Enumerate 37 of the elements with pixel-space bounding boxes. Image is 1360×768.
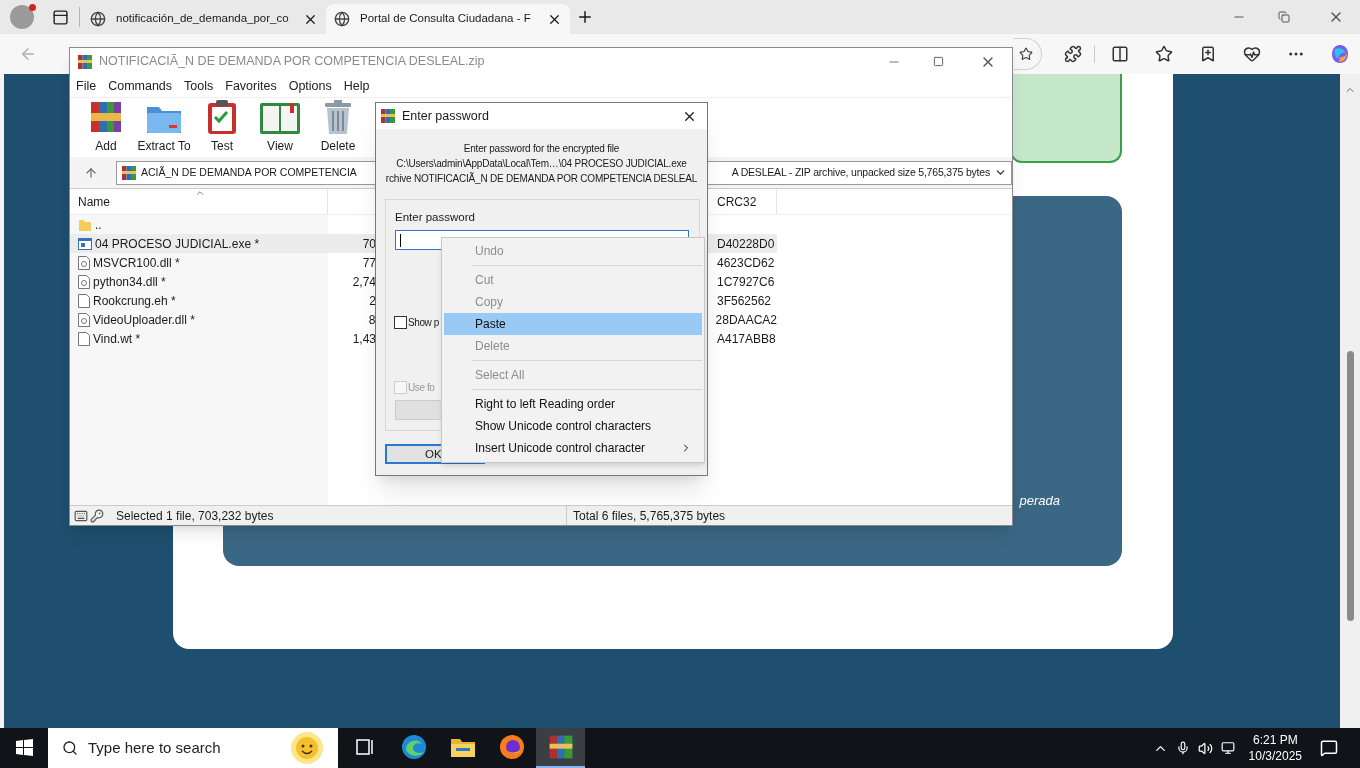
file-size: 2 [369, 292, 376, 310]
crc-value: A417ABB8 [716, 330, 776, 348]
status-text: Selected 1 file, 703,232 bytes [116, 507, 275, 525]
search-placeholder: Type here to search [88, 737, 221, 758]
file-name: Vind.wt * [93, 330, 141, 348]
file-name: MSVCR100.dll * [93, 254, 180, 272]
crc-value: 1C7927C6 [716, 273, 775, 291]
file-size: 1,43 [352, 330, 376, 348]
path-text: ACIÃ_N DE DEMANDA POR COMPETENCIA [141, 164, 357, 180]
dialog-message: rchive NOTIFICACIÃ_N DE DEMANDA POR COMPETENCIA DESLEAL [385, 171, 698, 186]
status-text: Total 6 files, 5,765,375 bytes [573, 507, 726, 525]
checkbox-label: Show p [408, 316, 439, 331]
crc-value: 28DAACA2 [714, 311, 777, 329]
file-name: .. [95, 216, 102, 234]
file-size: 70 [362, 235, 376, 253]
file-name: Rookcrung.eh * [93, 292, 176, 310]
window-title: NOTIFICACIÃ_N DE DEMANDA POR COMPETENCIA DESLEAL.zip [99, 53, 485, 71]
tab-title: notificación_de_demanda_por_co [116, 11, 290, 27]
dialog-message: Enter password for the encrypted file [463, 142, 620, 156]
dialog-title: Enter password [402, 107, 489, 125]
file-size: 8 [368, 311, 376, 329]
file-size: 2,74 [352, 273, 376, 291]
file-name: 04 PROCESO JUDICIAL.exe * [95, 235, 260, 253]
crc-value: D40228D0 [716, 235, 775, 253]
tab-title: Portal de Consulta Ciudadana - F [360, 11, 532, 27]
crc-value: 4623CD62 [716, 254, 775, 272]
card-text: perada [1019, 491, 1060, 510]
dialog-message: C:\Users\admin\AppData\Local\Tem…\04 PROCESO JUDICIAL.exe [396, 157, 687, 171]
clock-date: 10/3/2025 [1248, 748, 1302, 764]
path-text: A DESLEAL - ZIP archive, unpacked size 5,765,375 bytes [731, 164, 990, 180]
field-label: Enter password [395, 210, 476, 225]
file-name: python34.dll * [93, 273, 166, 291]
crc-value: 3F562562 [716, 292, 772, 310]
file-size: 77 [362, 254, 376, 272]
file-name: VideoUploader.dll * [93, 311, 195, 329]
checkbox-label: Use fo [408, 381, 435, 396]
clock-time: 6:21 PM [1252, 732, 1298, 748]
